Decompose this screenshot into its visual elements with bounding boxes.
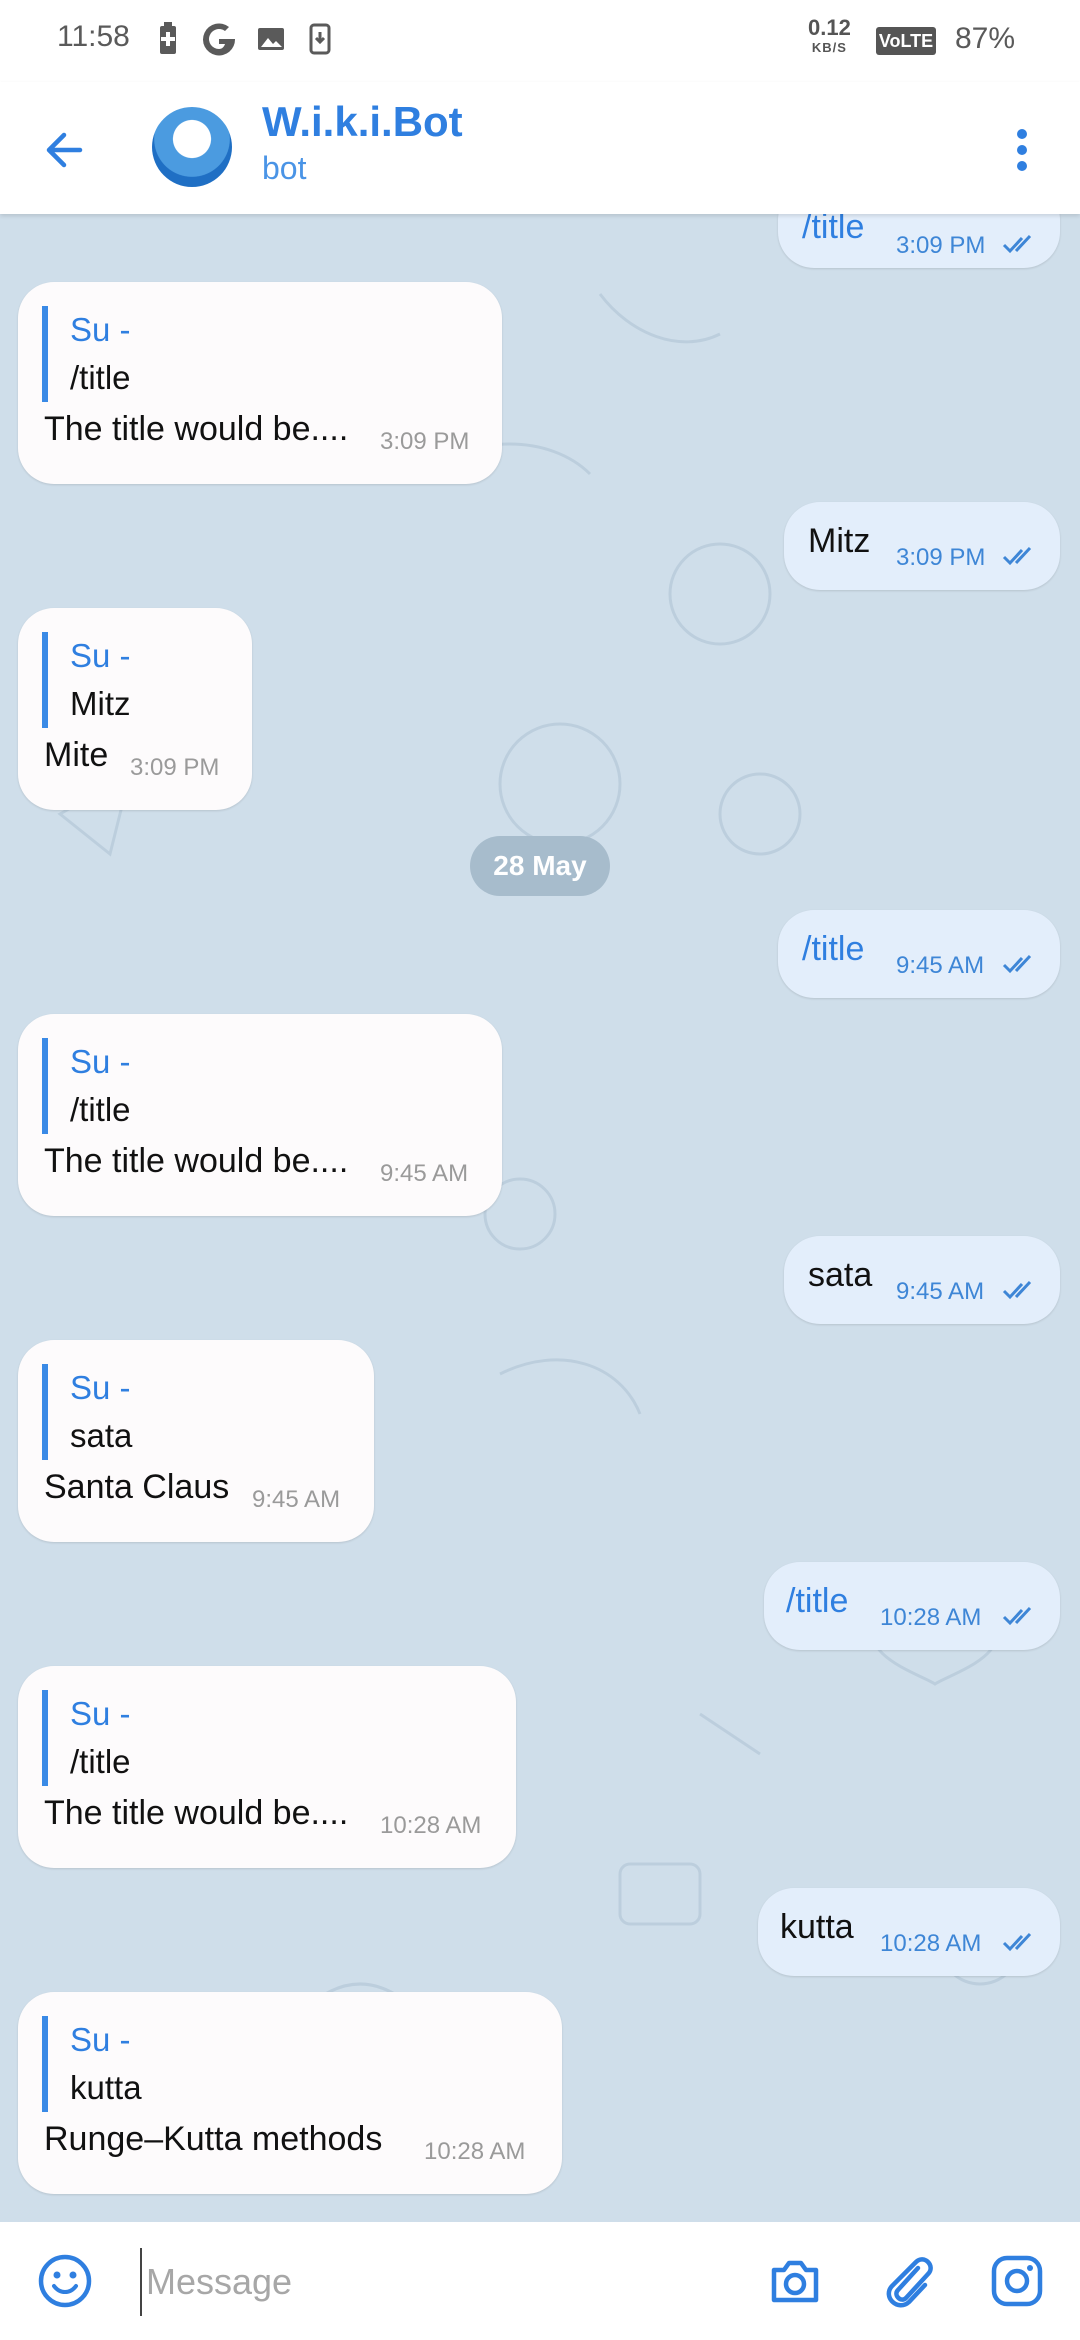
- message-text[interactable]: Santa Claus: [44, 1468, 229, 1507]
- message-incoming[interactable]: Su - kutta Runge–Kutta methods 10:28 AM: [18, 1992, 562, 2194]
- message-time: 3:09 PM: [130, 754, 220, 781]
- reply-author: Su -: [70, 311, 131, 348]
- reply-author: Su -: [70, 1043, 131, 1080]
- instagram-icon[interactable]: [988, 2252, 1046, 2310]
- message-time: 10:28 AM: [380, 1812, 482, 1839]
- reply-quote[interactable]: Su - /title: [42, 306, 131, 402]
- message-text[interactable]: The title would be....: [44, 1142, 348, 1181]
- read-checkmarks-icon: [1002, 234, 1032, 254]
- reply-quote[interactable]: Su - /title: [42, 1690, 131, 1786]
- message-time: 10:28 AM: [880, 1930, 982, 1957]
- message-text[interactable]: Mite: [44, 736, 108, 775]
- message-time: 3:09 PM: [896, 544, 986, 571]
- message-outgoing[interactable]: sata 9:45 AM: [784, 1236, 1060, 1324]
- message-time: 9:45 AM: [896, 952, 985, 979]
- notification-icons: [154, 22, 334, 56]
- message-time: 9:45 AM: [896, 1278, 985, 1305]
- read-checkmarks-icon: [1002, 954, 1032, 974]
- volte-badge: VoLTE: [876, 27, 936, 55]
- date-separator: 28 May: [470, 836, 610, 896]
- message-outgoing[interactable]: Mitz 3:09 PM: [784, 502, 1060, 590]
- message-incoming[interactable]: Su - /title The title would be.... 3:09 …: [18, 282, 502, 484]
- battery-level: 87%: [955, 22, 1016, 55]
- message-time: 3:09 PM: [896, 232, 986, 259]
- download-icon: [309, 23, 331, 55]
- message-text[interactable]: The title would be....: [44, 1794, 348, 1833]
- emoji-icon[interactable]: [36, 2252, 94, 2310]
- message-outgoing[interactable]: /title 9:45 AM: [778, 910, 1060, 998]
- chat-title[interactable]: W.i.k.i.Bot: [262, 98, 463, 146]
- message-outgoing[interactable]: /title 10:28 AM: [764, 1562, 1060, 1650]
- message-text[interactable]: /title: [802, 930, 864, 969]
- message-time: 9:45 AM: [252, 1486, 341, 1513]
- message-outgoing[interactable]: /title 3:09 PM: [778, 214, 1060, 268]
- read-checkmarks-icon: [1002, 546, 1032, 566]
- read-checkmarks-icon: [1002, 1280, 1032, 1300]
- network-speed: 0.12 KB/S: [808, 15, 851, 58]
- status-time: 11:58: [57, 20, 130, 53]
- reply-author: Su -: [70, 2021, 131, 2058]
- message-incoming[interactable]: Su - /title The title would be.... 10:28…: [18, 1666, 516, 1868]
- chat-subtitle: bot: [262, 150, 307, 186]
- back-arrow-icon[interactable]: [36, 122, 92, 178]
- message-input[interactable]: [140, 2248, 748, 2316]
- reply-quote[interactable]: Su - Mitz: [42, 632, 131, 728]
- message-incoming[interactable]: Su - sata Santa Claus 9:45 AM: [18, 1340, 374, 1542]
- google-icon: [203, 23, 236, 56]
- message-text[interactable]: kutta: [780, 1908, 854, 1947]
- paperclip-icon[interactable]: [878, 2248, 936, 2312]
- more-vertical-icon[interactable]: [1000, 122, 1044, 178]
- status-bar: 11:58 0.12 KB/S VoLTE 87%: [0, 0, 1080, 82]
- message-outgoing[interactable]: kutta 10:28 AM: [758, 1888, 1060, 1976]
- message-text[interactable]: sata: [808, 1256, 872, 1295]
- reply-quote[interactable]: Su - /title: [42, 1038, 131, 1134]
- message-time: 10:28 AM: [424, 2138, 526, 2165]
- gallery-icon: [258, 28, 284, 50]
- message-time: 3:09 PM: [380, 428, 470, 455]
- message-text[interactable]: /title: [786, 1582, 848, 1621]
- message-text[interactable]: The title would be....: [44, 410, 348, 449]
- message-time: 9:45 AM: [380, 1160, 469, 1187]
- bot-avatar[interactable]: [152, 107, 232, 187]
- reply-quote[interactable]: Su - sata: [42, 1364, 132, 1460]
- reply-author: Su -: [70, 637, 131, 674]
- message-text[interactable]: Mitz: [808, 522, 870, 561]
- reply-text: sata: [70, 1417, 133, 1454]
- reply-text: /title: [70, 1091, 131, 1128]
- message-text[interactable]: /title: [802, 214, 864, 247]
- camera-icon[interactable]: [766, 2252, 824, 2310]
- message-time: 10:28 AM: [880, 1604, 982, 1631]
- battery-saver-icon: [160, 22, 176, 54]
- reply-text: /title: [70, 1743, 131, 1780]
- reply-text: /title: [70, 359, 131, 396]
- reply-text: kutta: [70, 2069, 142, 2106]
- message-composer: [0, 2222, 1080, 2340]
- message-incoming[interactable]: Su - Mitz Mite 3:09 PM: [18, 608, 252, 810]
- reply-author: Su -: [70, 1695, 131, 1732]
- network-speed-value: 0.12: [808, 15, 851, 40]
- message-incoming[interactable]: Su - /title The title would be.... 9:45 …: [18, 1014, 502, 1216]
- reply-author: Su -: [70, 1369, 131, 1406]
- read-checkmarks-icon: [1002, 1606, 1032, 1626]
- message-text[interactable]: Runge–Kutta methods: [44, 2120, 382, 2159]
- network-speed-unit: KB/S: [811, 40, 847, 55]
- reply-quote[interactable]: Su - kutta: [42, 2016, 142, 2112]
- chat-area[interactable]: /title 3:09 PM Su - /title The title wou…: [0, 214, 1080, 2222]
- reply-text: Mitz: [70, 685, 131, 722]
- read-checkmarks-icon: [1002, 1932, 1032, 1952]
- chat-header: W.i.k.i.Bot bot: [0, 82, 1080, 214]
